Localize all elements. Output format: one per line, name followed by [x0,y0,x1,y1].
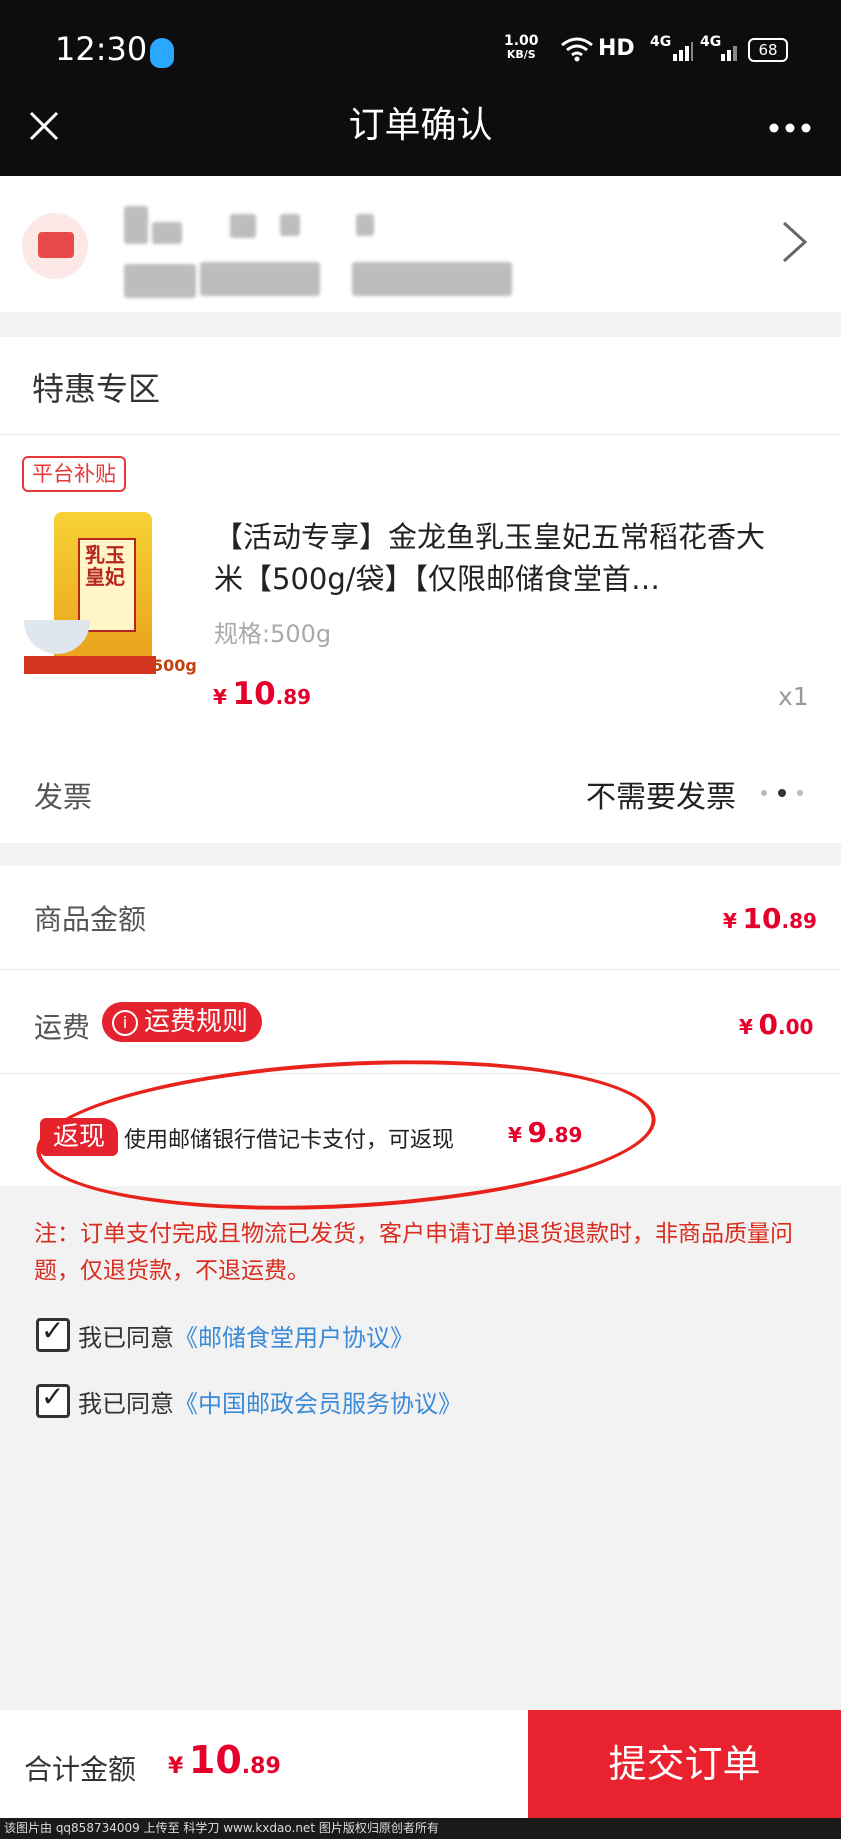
truck-icon [38,232,74,258]
checkmark-icon: ✓ [41,1380,65,1413]
qq-icon [150,38,174,68]
address-blur [152,222,182,244]
total-label: 合计金额 [24,1753,137,1786]
agreement-2: 我已同意《中国邮政会员服务协议》 [78,1384,462,1419]
agreement-prefix: 我已同意 [78,1390,174,1418]
price-integer: 10 [188,1738,242,1782]
address-blur [356,214,374,236]
subsidy-tag: 平台补贴 [22,456,126,492]
price-symbol: ¥ [739,1015,753,1039]
watermark: 该图片由 qq858734009 上传至 科学刀 www.kxdao.net 图… [0,1818,841,1839]
price-integer: 10 [742,902,782,935]
agreement-prefix: 我已同意 [78,1324,174,1352]
page-title: 订单确认 [348,105,493,146]
checkmark-icon: ✓ [41,1314,65,1347]
price-decimal: .00 [777,1015,814,1039]
more-icon[interactable] [760,104,820,148]
agreement-checkbox-2[interactable]: ✓ [36,1380,70,1418]
goods-amount-value: ¥ 10.89 [723,902,817,935]
address-blur [124,206,148,244]
product-spec: 规格:500g [214,620,332,648]
invoice-value[interactable]: 不需要发票 [586,772,736,816]
shipping-rule-button[interactable]: i 运费规则 [102,1002,263,1042]
total-value: ¥ 10.89 [168,1738,281,1782]
product-image-text: 乳玉皇妃 [85,543,125,589]
product-image-band [24,656,156,674]
product-quantity: x1 [778,682,809,711]
price-symbol: ¥ [723,909,737,933]
shipping-value: ¥ 0.00 [739,1008,813,1041]
product-price: ¥ 10.89 [213,676,311,712]
network-speed-value: 1.00 [504,33,539,49]
price-integer: 10 [232,676,276,712]
signal-1-label: 4G [650,34,672,50]
price-integer: 0 [758,1008,778,1041]
price-symbol: ¥ [168,1754,184,1779]
zone-title: 特惠专区 [32,370,161,408]
invoice-label: 发票 [34,780,93,814]
agreement-1: 我已同意《邮储食堂用户协议》 [78,1318,414,1353]
network-speed: 1.00 KB/S [504,34,539,62]
network-speed-unit: KB/S [506,48,536,61]
product-image-weight: 500g [152,656,197,675]
product-title[interactable]: 【活动专享】金龙鱼乳玉皇妃五常稻花香大米【500g/袋】【仅限邮储食堂首… [214,516,774,600]
address-blur [200,262,320,296]
signal-2-icon [720,40,740,66]
battery-icon: 68 [748,38,788,62]
close-icon[interactable] [22,104,66,148]
signal-1-icon [672,40,694,66]
address-blur [230,214,256,238]
status-time: 12:30 [55,30,148,68]
chevron-right-icon [780,219,810,273]
address-blur [280,214,300,236]
signal-2-label: 4G [700,34,722,50]
price-decimal: .89 [241,1754,281,1779]
price-decimal: .89 [781,909,817,933]
address-blur [352,262,512,296]
goods-amount-label: 商品金额 [34,903,147,936]
divider [0,434,841,435]
agreement-link-member[interactable]: 《中国邮政会员服务协议》 [174,1390,462,1418]
shipping-rule-label: 运费规则 [144,1007,249,1037]
submit-order-button[interactable]: 提交订单 [528,1710,841,1818]
agreement-link-user[interactable]: 《邮储食堂用户协议》 [174,1324,414,1352]
agreement-checkbox-1[interactable]: ✓ [36,1314,70,1352]
shipping-label: 运费 [34,1011,91,1044]
hd-indicator: HD [598,36,635,61]
invoice-more-icon[interactable] [758,780,806,804]
address-blur [124,264,196,298]
refund-note: 注：订单支付完成且物流已发货，客户申请订单退货退款时，非商品质量问题，仅退货款，… [34,1221,793,1284]
divider [0,969,841,970]
info-icon: i [112,1010,138,1036]
price-symbol: ¥ [213,685,227,709]
price-decimal: .89 [275,685,312,709]
wifi-icon [560,36,594,68]
